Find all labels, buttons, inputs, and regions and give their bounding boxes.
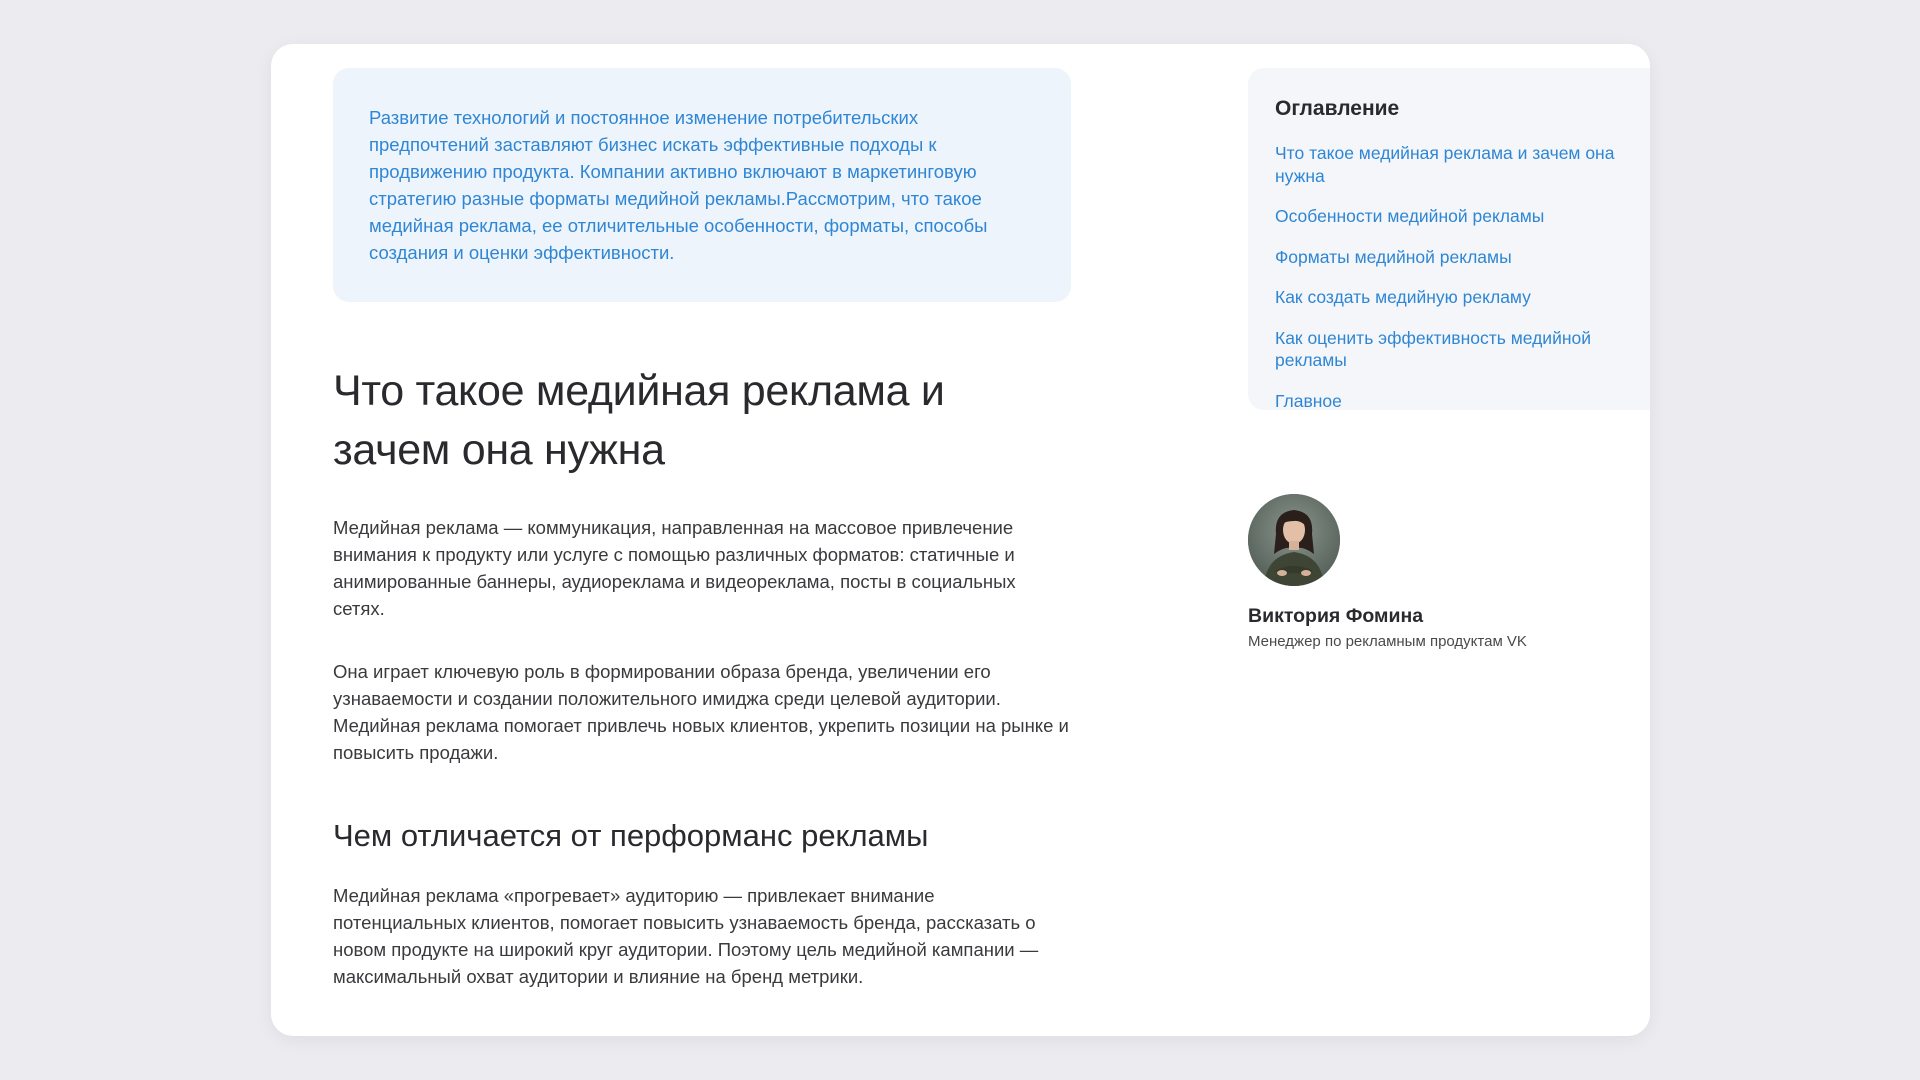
toc-link-features[interactable]: Особенности медийной рекламы bbox=[1275, 205, 1622, 228]
author-name: Виктория Фомина bbox=[1248, 605, 1424, 627]
author-role: Менеджер по рекламным продуктам VK bbox=[1248, 633, 1527, 650]
intro-text: Развитие технологий и постоянное изменен… bbox=[369, 107, 988, 263]
author-avatar bbox=[1248, 494, 1340, 586]
toc-link-formats[interactable]: Форматы медийной рекламы bbox=[1275, 246, 1622, 269]
article-body: Развитие технологий и постоянное изменен… bbox=[333, 68, 1071, 990]
toc-link-what-is-media-ads[interactable]: Что такое медийная реклама и зачем она н… bbox=[1275, 142, 1622, 187]
article-title: Что такое медийная реклама и зачем она н… bbox=[333, 367, 945, 474]
article-card: Развитие технологий и постоянное изменен… bbox=[271, 44, 1650, 1036]
toc-link-summary[interactable]: Главное bbox=[1275, 390, 1622, 413]
intro-block: Развитие технологий и постоянное изменен… bbox=[333, 68, 1071, 302]
toc-title: Оглавление bbox=[1275, 97, 1400, 120]
author-block: Виктория Фомина Менеджер по рекламным пр… bbox=[1248, 494, 1648, 652]
section-subtitle: Чем отличается от перформанс рекламы bbox=[333, 818, 929, 853]
person-icon bbox=[1248, 494, 1340, 586]
article-paragraph: Она играет ключевую роль в формировании … bbox=[333, 661, 1069, 763]
toc-link-efficiency[interactable]: Как оценить эффективность медийной рекла… bbox=[1275, 327, 1622, 372]
article-paragraph: Медийная реклама — коммуникация, направл… bbox=[333, 517, 1016, 619]
table-of-contents: Оглавление Что такое медийная реклама и … bbox=[1248, 68, 1650, 413]
toc-link-how-to-create[interactable]: Как создать медийную рекламу bbox=[1275, 286, 1622, 309]
section-paragraph: Медийная реклама «прогревает» аудиторию … bbox=[333, 885, 1039, 987]
